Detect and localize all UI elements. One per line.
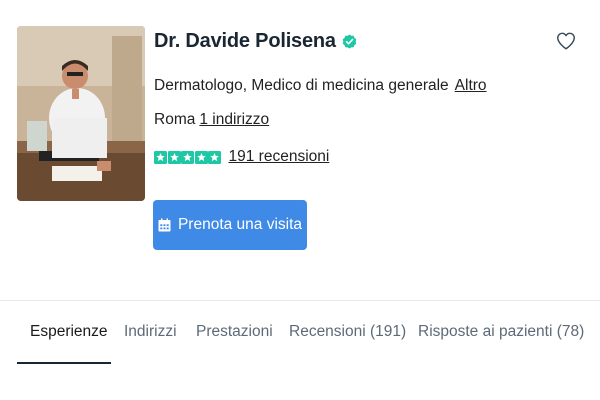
specialties-text: Dermatologo, Medico di medicina generale — [154, 77, 449, 94]
doctor-name-row: Dr. Davide Polisena — [154, 30, 357, 53]
doctor-specialties: Dermatologo, Medico di medicina generale… — [154, 77, 487, 95]
reviews-link[interactable]: 191 recensioni — [229, 148, 330, 166]
more-specialties-link[interactable]: Altro — [455, 77, 487, 94]
book-visit-label: Prenota una visita — [177, 216, 303, 233]
star-icon — [154, 150, 167, 164]
star-icon — [167, 150, 181, 164]
doctor-photo — [17, 26, 145, 201]
rating-stars — [154, 150, 222, 164]
star-icon — [181, 150, 194, 164]
tab-prestazioni[interactable]: Prestazioni — [196, 323, 273, 341]
verified-check-icon — [342, 34, 357, 49]
profile-tabs: Esperienze Indirizzi Prestazioni Recensi… — [0, 301, 600, 364]
doctor-rating: 191 recensioni — [154, 148, 329, 166]
active-tab-indicator — [17, 362, 111, 364]
doctor-photo-image — [17, 26, 145, 201]
tab-risposte[interactable]: Risposte ai pazienti (78) — [418, 323, 584, 341]
heart-outline-icon[interactable] — [555, 30, 577, 52]
addresses-link[interactable]: 1 indirizzo — [199, 111, 269, 128]
city-label: Roma — [154, 111, 196, 128]
calendar-icon — [158, 218, 171, 232]
tab-esperienze[interactable]: Esperienze — [30, 323, 108, 341]
star-icon — [208, 150, 221, 164]
doctor-location: Roma 1 indirizzo — [154, 111, 269, 129]
star-icon — [194, 150, 208, 164]
tab-recensioni[interactable]: Recensioni (191) — [289, 323, 406, 341]
doctor-name[interactable]: Dr. Davide Polisena — [154, 30, 336, 53]
tab-indirizzi[interactable]: Indirizzi — [124, 323, 177, 341]
book-visit-button[interactable]: Prenota una visita — [153, 200, 307, 250]
doctor-profile-card: Dr. Davide Polisena Dermatologo, Medico … — [0, 0, 600, 300]
